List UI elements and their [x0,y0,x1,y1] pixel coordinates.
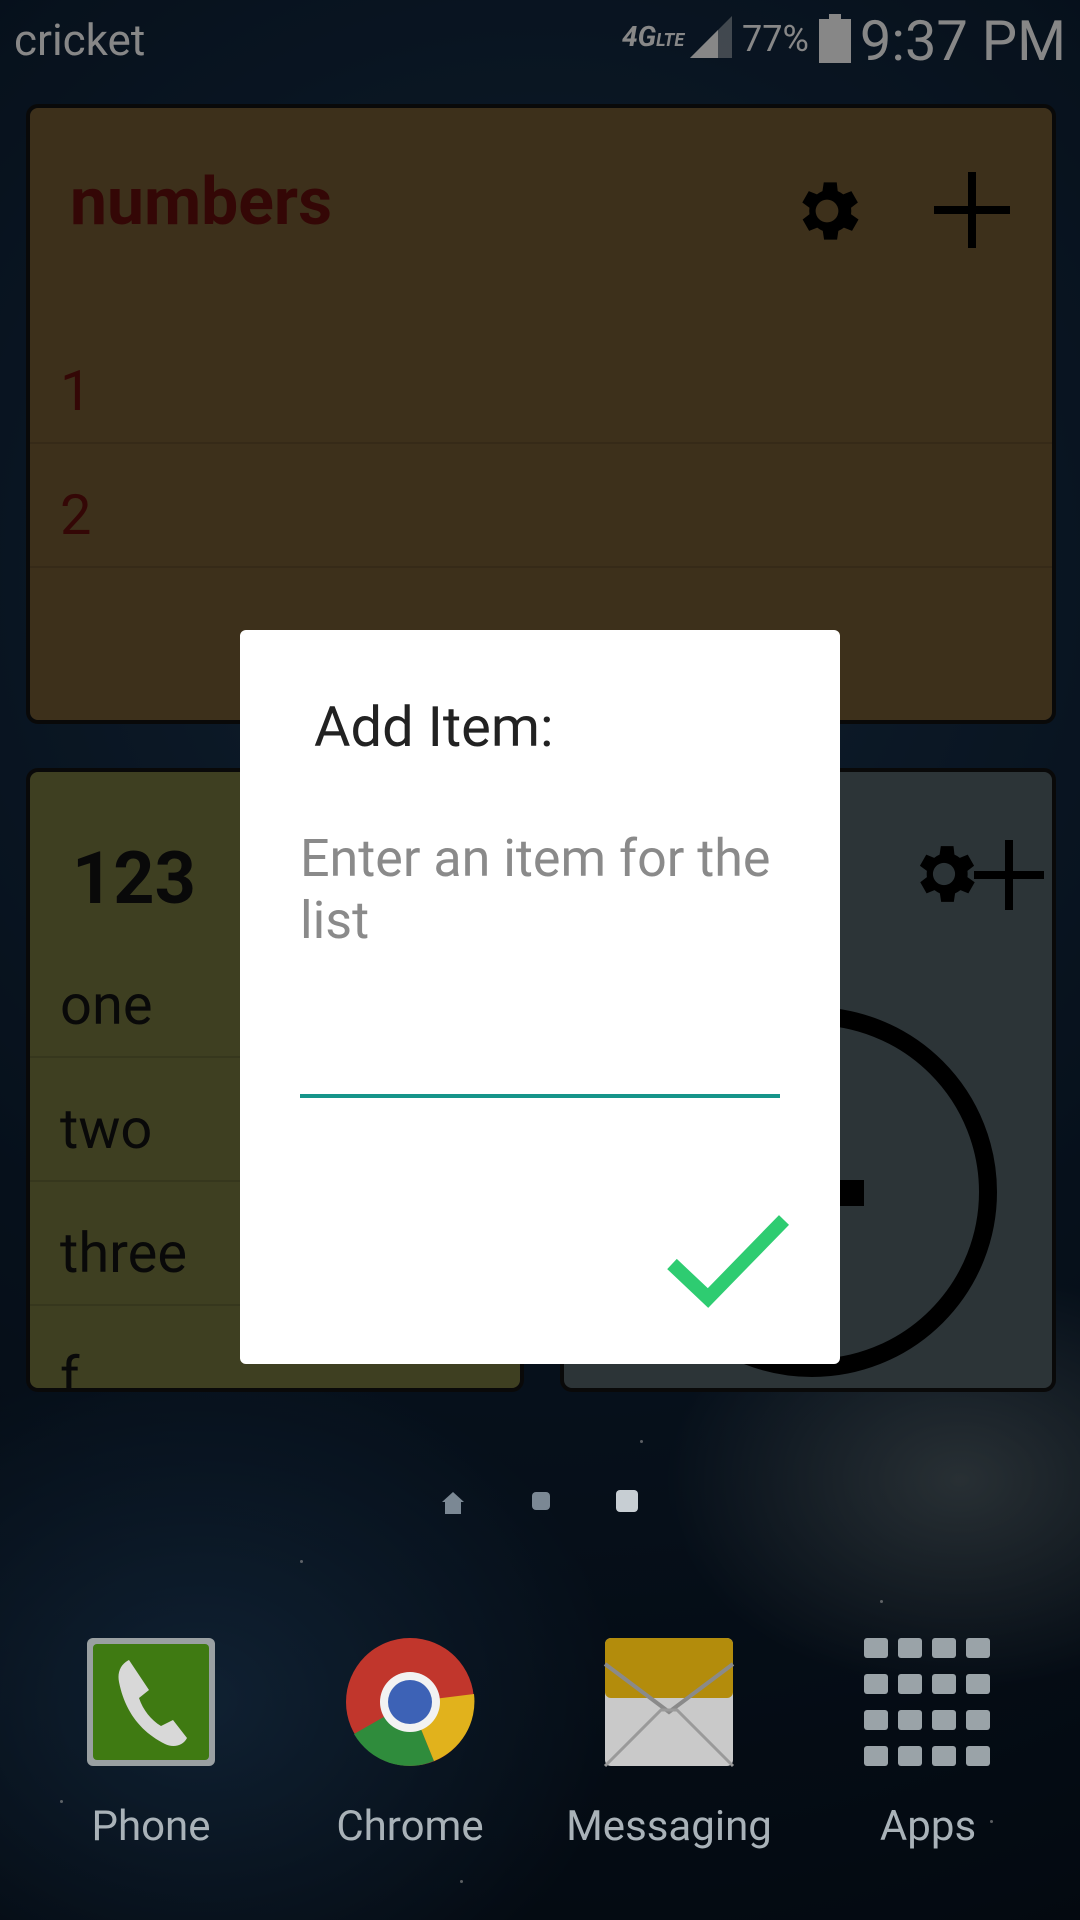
dock-label: Messaging [566,1802,772,1851]
dialog-title: Add Item: [314,694,554,760]
chrome-icon [346,1638,475,1766]
page-dot[interactable] [532,1492,550,1510]
phone-icon [87,1638,215,1766]
messaging-icon [603,1638,735,1768]
dock-label: Phone [91,1802,211,1851]
home-page-icon[interactable] [440,1490,466,1516]
page-dot-active[interactable] [616,1490,638,1512]
add-item-dialog: Add Item: [240,630,840,1364]
item-input-field [300,828,780,1098]
item-input[interactable] [300,828,780,1094]
checkmark-icon[interactable] [664,1208,792,1312]
dock-label: Chrome [336,1802,484,1851]
dock-messaging[interactable]: Messaging [559,1630,779,1851]
page-indicators [0,1484,1080,1524]
dock-apps[interactable]: Apps [818,1630,1038,1851]
dock-chrome[interactable]: Chrome [300,1630,520,1851]
dock-label: Apps [879,1802,977,1851]
apps-grid-icon [864,1638,990,1766]
dock-phone[interactable]: Phone [41,1630,261,1851]
